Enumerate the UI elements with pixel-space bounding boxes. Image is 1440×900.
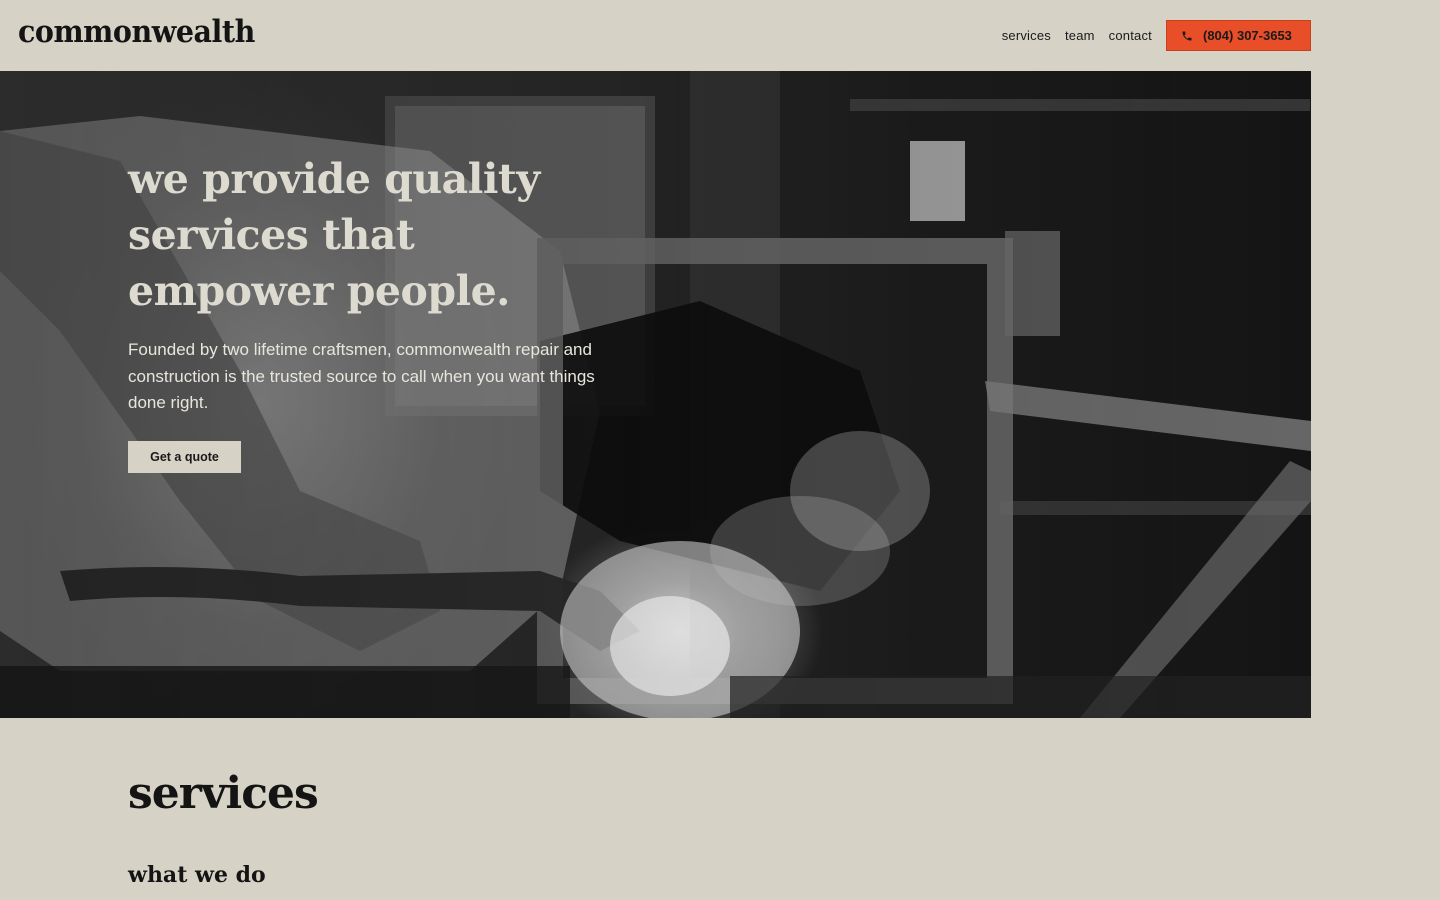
nav-link-contact[interactable]: contact (1109, 28, 1152, 43)
phone-button[interactable]: (804) 307-3653 (1166, 20, 1311, 51)
phone-number: (804) 307-3653 (1203, 28, 1292, 43)
services-heading: services (128, 768, 319, 819)
nav-link-team[interactable]: team (1065, 28, 1095, 43)
logo[interactable]: commonwealth (18, 14, 255, 50)
get-quote-button[interactable]: Get a quote (128, 441, 241, 473)
hero-title: we provide quality services that empower… (128, 155, 540, 315)
hero-section: we provide quality services that empower… (0, 71, 1311, 718)
site-header: commonwealth services team contact (804)… (0, 0, 1440, 71)
nav-link-services[interactable]: services (1002, 28, 1051, 43)
phone-icon (1182, 31, 1192, 40)
hero-description: Founded by two lifetime craftsmen, commo… (128, 340, 595, 412)
services-subheading: what we do (128, 862, 266, 888)
main-nav: services team contact (804) 307-3653 (1002, 20, 1311, 51)
